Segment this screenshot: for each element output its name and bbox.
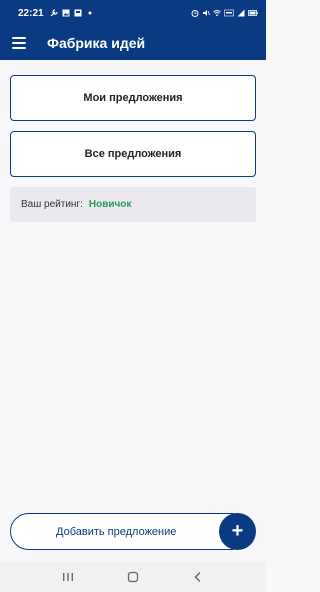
status-right-icons [191, 9, 258, 17]
plus-icon[interactable]: + [219, 513, 256, 550]
recent-apps-icon[interactable] [58, 567, 78, 587]
status-left-icons [50, 9, 94, 17]
system-nav-bar [0, 562, 266, 592]
mute-icon [203, 10, 210, 16]
dot-icon [88, 11, 92, 15]
app-bar: Фабрика идей [0, 26, 266, 60]
rating-value: Новичок [88, 199, 132, 210]
status-bar: 22:21 [0, 0, 266, 26]
volte-icon [224, 9, 234, 17]
back-icon[interactable] [188, 567, 208, 587]
all-proposals-button[interactable]: Все предложения [10, 131, 256, 177]
wrench-icon [50, 9, 58, 17]
image-icon [62, 9, 70, 17]
notification-icon [74, 9, 82, 17]
signal-icon [237, 9, 245, 17]
add-proposal-button[interactable]: Добавить предложение [10, 513, 250, 550]
rating-panel: Ваш рейтинг: Новичок [10, 187, 256, 222]
rating-label: Ваш рейтинг: [21, 199, 83, 210]
home-icon[interactable] [123, 567, 143, 587]
page-title: Фабрика идей [47, 35, 146, 51]
my-proposals-button[interactable]: Мои предложения [10, 75, 256, 121]
status-time: 22:21 [18, 7, 44, 19]
wifi-icon [213, 10, 221, 17]
hamburger-menu-icon[interactable] [12, 37, 26, 49]
alarm-icon [191, 10, 199, 17]
battery-icon [248, 10, 258, 16]
